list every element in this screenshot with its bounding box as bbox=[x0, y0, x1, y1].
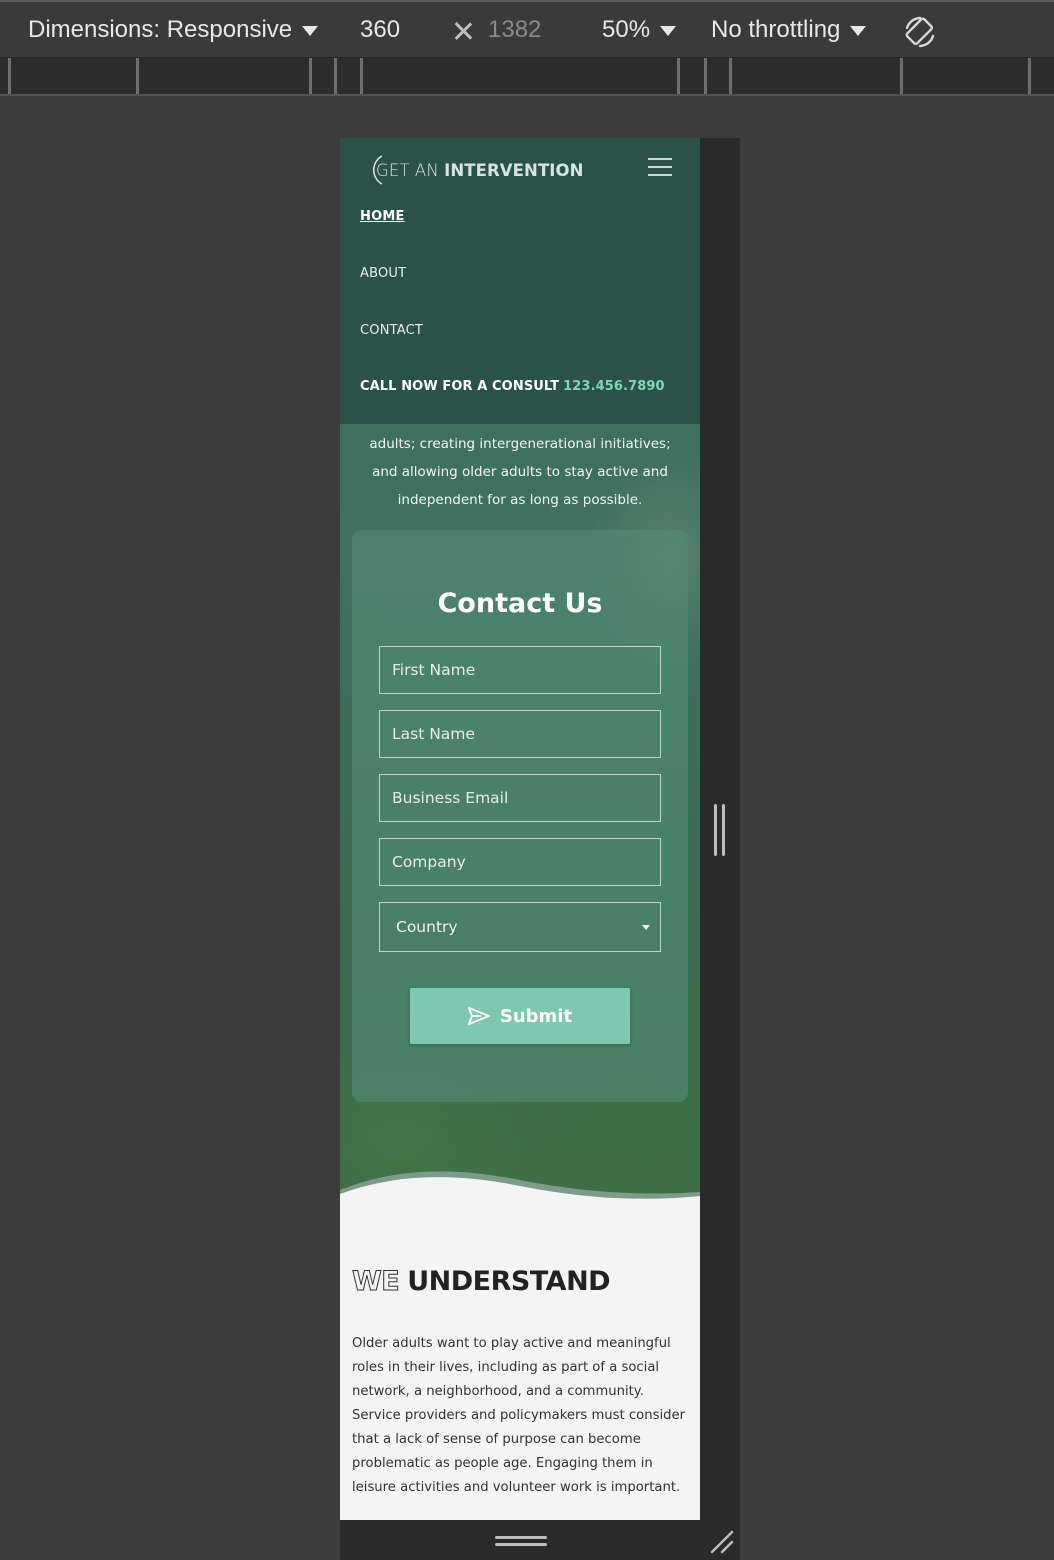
intro-text: adults; creating intergenerational initi… bbox=[340, 430, 700, 514]
intro-line: adults; creating intergenerational initi… bbox=[369, 436, 671, 452]
media-query-marker[interactable] bbox=[8, 58, 11, 94]
dimensions-label: Dimensions: Responsive bbox=[28, 16, 293, 43]
nav-link-about[interactable]: ABOUT bbox=[360, 266, 406, 281]
heading-outline-word: WE bbox=[351, 1266, 400, 1298]
mobile-nav: GET AN INTERVENTION HOME ABOUT CONTACT C… bbox=[340, 138, 700, 424]
bottom-resize-handle[interactable] bbox=[495, 1536, 547, 1546]
media-query-marker[interactable] bbox=[677, 58, 680, 94]
menu-toggle-icon[interactable] bbox=[648, 158, 674, 178]
throttling-dropdown[interactable]: No throttling bbox=[711, 16, 867, 44]
chevron-down-icon bbox=[302, 25, 319, 36]
device-toolbar: Dimensions: Responsive 360 1382 50% No t… bbox=[0, 0, 1054, 58]
chevron-down-icon bbox=[850, 25, 867, 36]
media-query-marker[interactable] bbox=[360, 58, 363, 94]
submit-label: Submit bbox=[499, 1005, 573, 1027]
logo-text: GET AN INTERVENTION bbox=[376, 160, 584, 180]
intro-line: independent for as long as possible. bbox=[397, 492, 643, 508]
hero-section: GET AN INTERVENTION HOME ABOUT CONTACT C… bbox=[340, 138, 700, 1208]
media-query-marker[interactable] bbox=[1028, 58, 1031, 94]
send-icon bbox=[467, 1007, 490, 1025]
media-query-marker[interactable] bbox=[900, 58, 903, 94]
rotate-icon[interactable] bbox=[902, 14, 938, 50]
intro-line: and allowing older adults to stay active… bbox=[372, 464, 668, 480]
device-viewport: GET AN INTERVENTION HOME ABOUT CONTACT C… bbox=[340, 138, 700, 1520]
heading-solid-word: UNDERSTAND bbox=[407, 1266, 611, 1297]
section-paragraph: Older adults want to play active and mea… bbox=[352, 1336, 686, 1495]
media-query-marker[interactable] bbox=[704, 58, 707, 94]
contact-form-card: Contact Us Country Submit bbox=[352, 530, 688, 1102]
business-email-field[interactable] bbox=[379, 774, 661, 822]
consult-label: CALL NOW FOR A CONSULT bbox=[360, 379, 560, 394]
caret-down-icon bbox=[642, 925, 650, 930]
contact-form-title: Contact Us bbox=[437, 588, 603, 619]
section-heading: WE UNDERSTAND bbox=[351, 1266, 611, 1298]
media-query-marker[interactable] bbox=[729, 58, 732, 94]
country-select[interactable]: Country bbox=[379, 902, 661, 952]
phone-link[interactable]: 123.456.7890 bbox=[563, 379, 665, 394]
chevron-down-icon bbox=[660, 25, 677, 36]
company-field[interactable] bbox=[379, 838, 661, 886]
first-name-field[interactable] bbox=[379, 646, 661, 694]
nav-link-home[interactable]: HOME bbox=[360, 209, 405, 224]
site-logo[interactable]: GET AN INTERVENTION bbox=[362, 152, 584, 188]
submit-button[interactable]: Submit bbox=[410, 988, 630, 1044]
media-query-marker[interactable] bbox=[309, 58, 312, 94]
section-wave-divider bbox=[340, 1171, 700, 1236]
width-input[interactable]: 360 bbox=[360, 16, 400, 44]
media-query-marker[interactable] bbox=[334, 58, 337, 94]
times-icon bbox=[452, 20, 474, 42]
consult-callout: CALL NOW FOR A CONSULT 123.456.7890 bbox=[360, 379, 665, 394]
zoom-dropdown[interactable]: 50% bbox=[602, 16, 677, 44]
right-resize-handle[interactable] bbox=[714, 804, 726, 856]
last-name-field[interactable] bbox=[379, 710, 661, 758]
nav-link-contact[interactable]: CONTACT bbox=[360, 323, 423, 338]
bottom-resize-rail[interactable] bbox=[340, 1520, 740, 1560]
dimensions-dropdown[interactable]: Dimensions: Responsive bbox=[28, 16, 319, 44]
media-query-bar bbox=[0, 58, 1054, 96]
media-query-marker[interactable] bbox=[136, 58, 139, 94]
country-select-value: Country bbox=[396, 918, 458, 936]
corner-resize-icon[interactable] bbox=[708, 1528, 734, 1554]
throttling-label: No throttling bbox=[711, 16, 841, 43]
height-input[interactable]: 1382 bbox=[488, 16, 541, 44]
zoom-label: 50% bbox=[602, 16, 651, 43]
